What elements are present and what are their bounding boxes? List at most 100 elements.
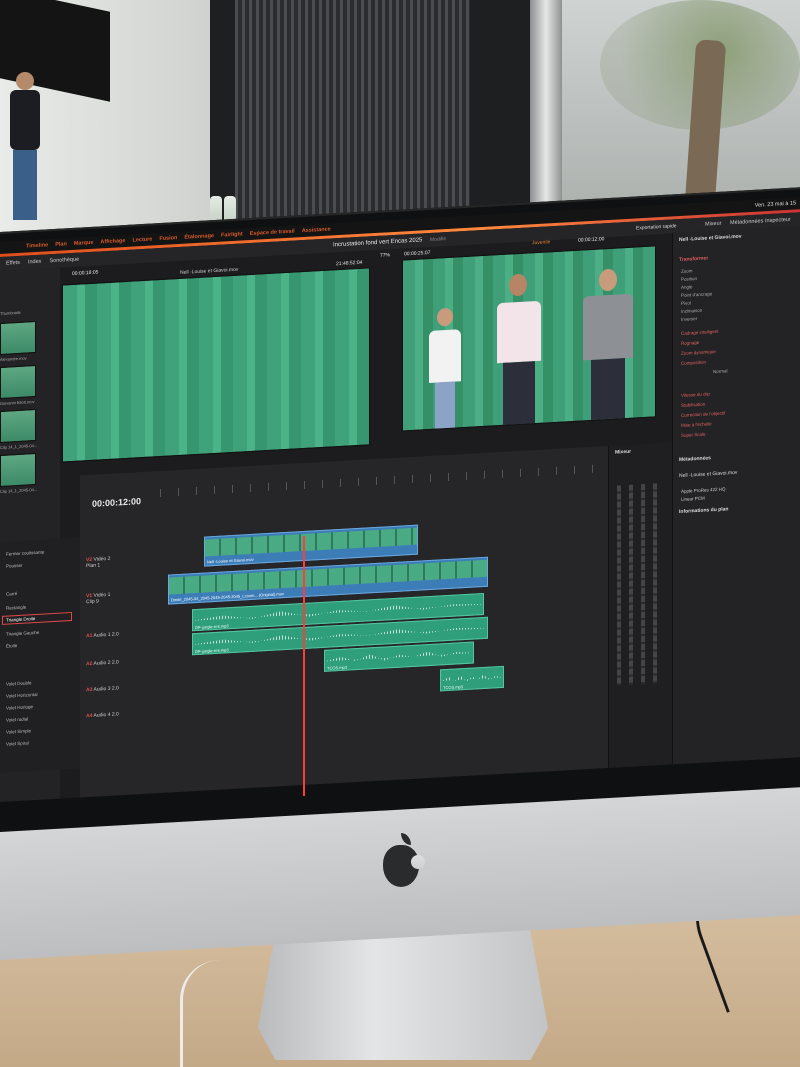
field-skew: Inclinaison	[681, 307, 703, 314]
menu-item[interactable]: Marque	[74, 240, 94, 247]
effect-item[interactable]: Pousser	[6, 563, 23, 569]
effect-item[interactable]: Étoile	[6, 643, 17, 649]
field-pivot: Pivot	[681, 300, 692, 306]
track-sub: Clip 9	[86, 598, 99, 606]
track-id: A2	[86, 660, 93, 668]
track-header-a4[interactable]: A4 Audio 4 2.0	[86, 709, 160, 719]
quick-export-button[interactable]: Exportation rapide	[636, 223, 677, 231]
metadata-codec: Apple ProRes 422 HQ	[681, 486, 726, 494]
kid-center	[489, 272, 549, 425]
clip-label: TCOS.mp3	[443, 684, 464, 691]
effect-item[interactable]: Volet Spiral	[6, 740, 29, 746]
track-header-a1[interactable]: A1 Audio 1 2.0	[86, 629, 160, 639]
index-button[interactable]: Index	[28, 259, 41, 266]
fader-a4[interactable]	[653, 483, 657, 684]
menu-item[interactable]: Espace de travail	[250, 229, 295, 238]
kid-left	[425, 307, 465, 429]
media-thumbnail[interactable]	[0, 408, 36, 443]
effect-item[interactable]: Fermer coulissante	[6, 550, 44, 557]
menu-item[interactable]: Lecture	[132, 236, 152, 243]
timeline-ruler[interactable]	[160, 463, 610, 498]
menu-item[interactable]: Affichage	[100, 238, 125, 245]
sound-library-button[interactable]: Sonothèque	[49, 257, 79, 265]
media-thumbnail[interactable]	[0, 452, 36, 487]
section-superscale[interactable]: Super Scale	[681, 432, 706, 438]
track-header-a3[interactable]: A3 Audio 3 2.0	[86, 683, 160, 693]
field-zoom: Zoom	[681, 268, 693, 274]
system-clock: Ven. 23 mai à 15	[754, 200, 796, 209]
effect-item[interactable]: Volet Horloge	[6, 704, 33, 711]
fader-a3[interactable]	[641, 483, 645, 685]
media-clip-label: Clip 14_1_2045-04...	[0, 486, 38, 494]
metadata-button[interactable]: Métadonnées	[730, 218, 763, 226]
effect-item[interactable]: Volet Double	[6, 680, 32, 686]
section-stabilization[interactable]: Stabilisation	[681, 402, 705, 408]
menu-item[interactable]: Fusion	[159, 235, 177, 242]
effects-button[interactable]: Effets	[6, 260, 20, 267]
section-scaling[interactable]: Mise à l'échelle	[681, 421, 712, 428]
program-viewer[interactable]	[402, 245, 656, 432]
white-cable	[180, 960, 240, 1067]
timeline-name[interactable]: Juvenile	[532, 239, 550, 246]
menu-item[interactable]: Étalonnage	[184, 233, 214, 241]
media-timecode: 00:00:18:05	[72, 269, 99, 277]
track-name: Audio 1	[93, 631, 111, 639]
track-sub: 2.0	[111, 631, 119, 638]
clip-label: TCOS.mp3	[327, 664, 348, 671]
source-timecode: 21:48:52:04	[336, 259, 363, 268]
track-sub: 2.0	[111, 685, 119, 692]
clip-label: DP-jungle-rmt.mp3	[195, 647, 229, 655]
track-name: Audio 3	[93, 685, 111, 693]
inspector-button[interactable]: Inspecteur	[765, 217, 791, 224]
menu-item[interactable]: Plan	[55, 241, 67, 248]
effect-item-selected[interactable]: Triangle Droite	[2, 611, 72, 625]
effect-item[interactable]: Volet Simple	[6, 728, 31, 734]
effect-item[interactable]: Rectangle	[6, 605, 26, 611]
media-thumbnail[interactable]	[0, 320, 36, 355]
effect-item[interactable]: Triangle Gauche	[6, 630, 39, 637]
menu-item[interactable]: Timeline	[26, 242, 48, 249]
record-timecode: 00:00:12:00	[578, 236, 605, 244]
track-header-v1[interactable]: V1 Vidéo 1 Clip 9	[86, 589, 160, 605]
metadata-subtitle: Informations du plan	[679, 506, 729, 516]
apple-logo-icon	[383, 833, 425, 887]
source-viewer[interactable]	[62, 267, 370, 463]
section-lens[interactable]: Correction de l'objectif	[681, 410, 725, 417]
fader-a1[interactable]	[617, 485, 621, 686]
menu-item[interactable]: Fairlight	[221, 231, 243, 238]
field-anchor: Point d'ancrage	[681, 291, 713, 298]
transform-section[interactable]: Transformer	[679, 255, 708, 263]
mixer-button[interactable]: Mixeur	[705, 221, 722, 228]
viewer-zoom[interactable]: 77%	[380, 252, 390, 259]
metadata-clip-name: Nell -Louise et Giavoi.mov	[679, 469, 738, 480]
timeline-playhead[interactable]	[303, 536, 305, 796]
audio-clip-a4[interactable]: TCOS.mp3	[440, 665, 504, 692]
media-thumbnail[interactable]	[0, 364, 36, 399]
effect-item[interactable]: Volet radial	[6, 716, 28, 722]
project-status: Modifié	[430, 236, 447, 243]
section-crop[interactable]: Rognage	[681, 340, 699, 346]
video-clip-v2[interactable]: Nell -Louise et Giavoi.mov	[204, 524, 418, 567]
section-smart-crop[interactable]: Cadrage intelligent	[681, 329, 719, 336]
person-background	[6, 72, 46, 222]
track-name: Audio 4	[93, 711, 111, 719]
menu-item[interactable]: Assistance	[302, 227, 331, 235]
media-clip-label: Thumbnails	[0, 309, 21, 316]
media-clip-label: Clip 14_1_2045-04...	[0, 442, 38, 450]
monitor: Timeline Plan Marque Affichage Lecture F…	[0, 187, 800, 832]
metadata-audio: Linear PCM	[681, 495, 705, 502]
section-composite[interactable]: Composition	[681, 360, 706, 366]
media-clip-label: Giovanni Eliott.mov	[0, 399, 35, 406]
fader-a2[interactable]	[629, 484, 633, 685]
track-header-a2[interactable]: A2 Audio 2 2.0	[86, 657, 160, 667]
effects-library: Fermer coulissante Pousser Carré Rectang…	[0, 537, 80, 773]
track-sub: 2.0	[111, 659, 119, 666]
composite-mode[interactable]: Normal	[713, 368, 728, 374]
section-speed[interactable]: Vitesse du clip	[681, 391, 710, 398]
track-header-v2[interactable]: V2 Vidéo 2 Plan 1	[86, 553, 160, 569]
track-id: A3	[86, 686, 93, 694]
media-clip-label: Alexandre.mov	[0, 355, 27, 362]
section-dynamic-zoom[interactable]: Zoom dynamique	[681, 349, 716, 356]
effect-item[interactable]: Volet Horizontal	[6, 692, 38, 699]
effect-item[interactable]: Carré	[6, 591, 17, 597]
